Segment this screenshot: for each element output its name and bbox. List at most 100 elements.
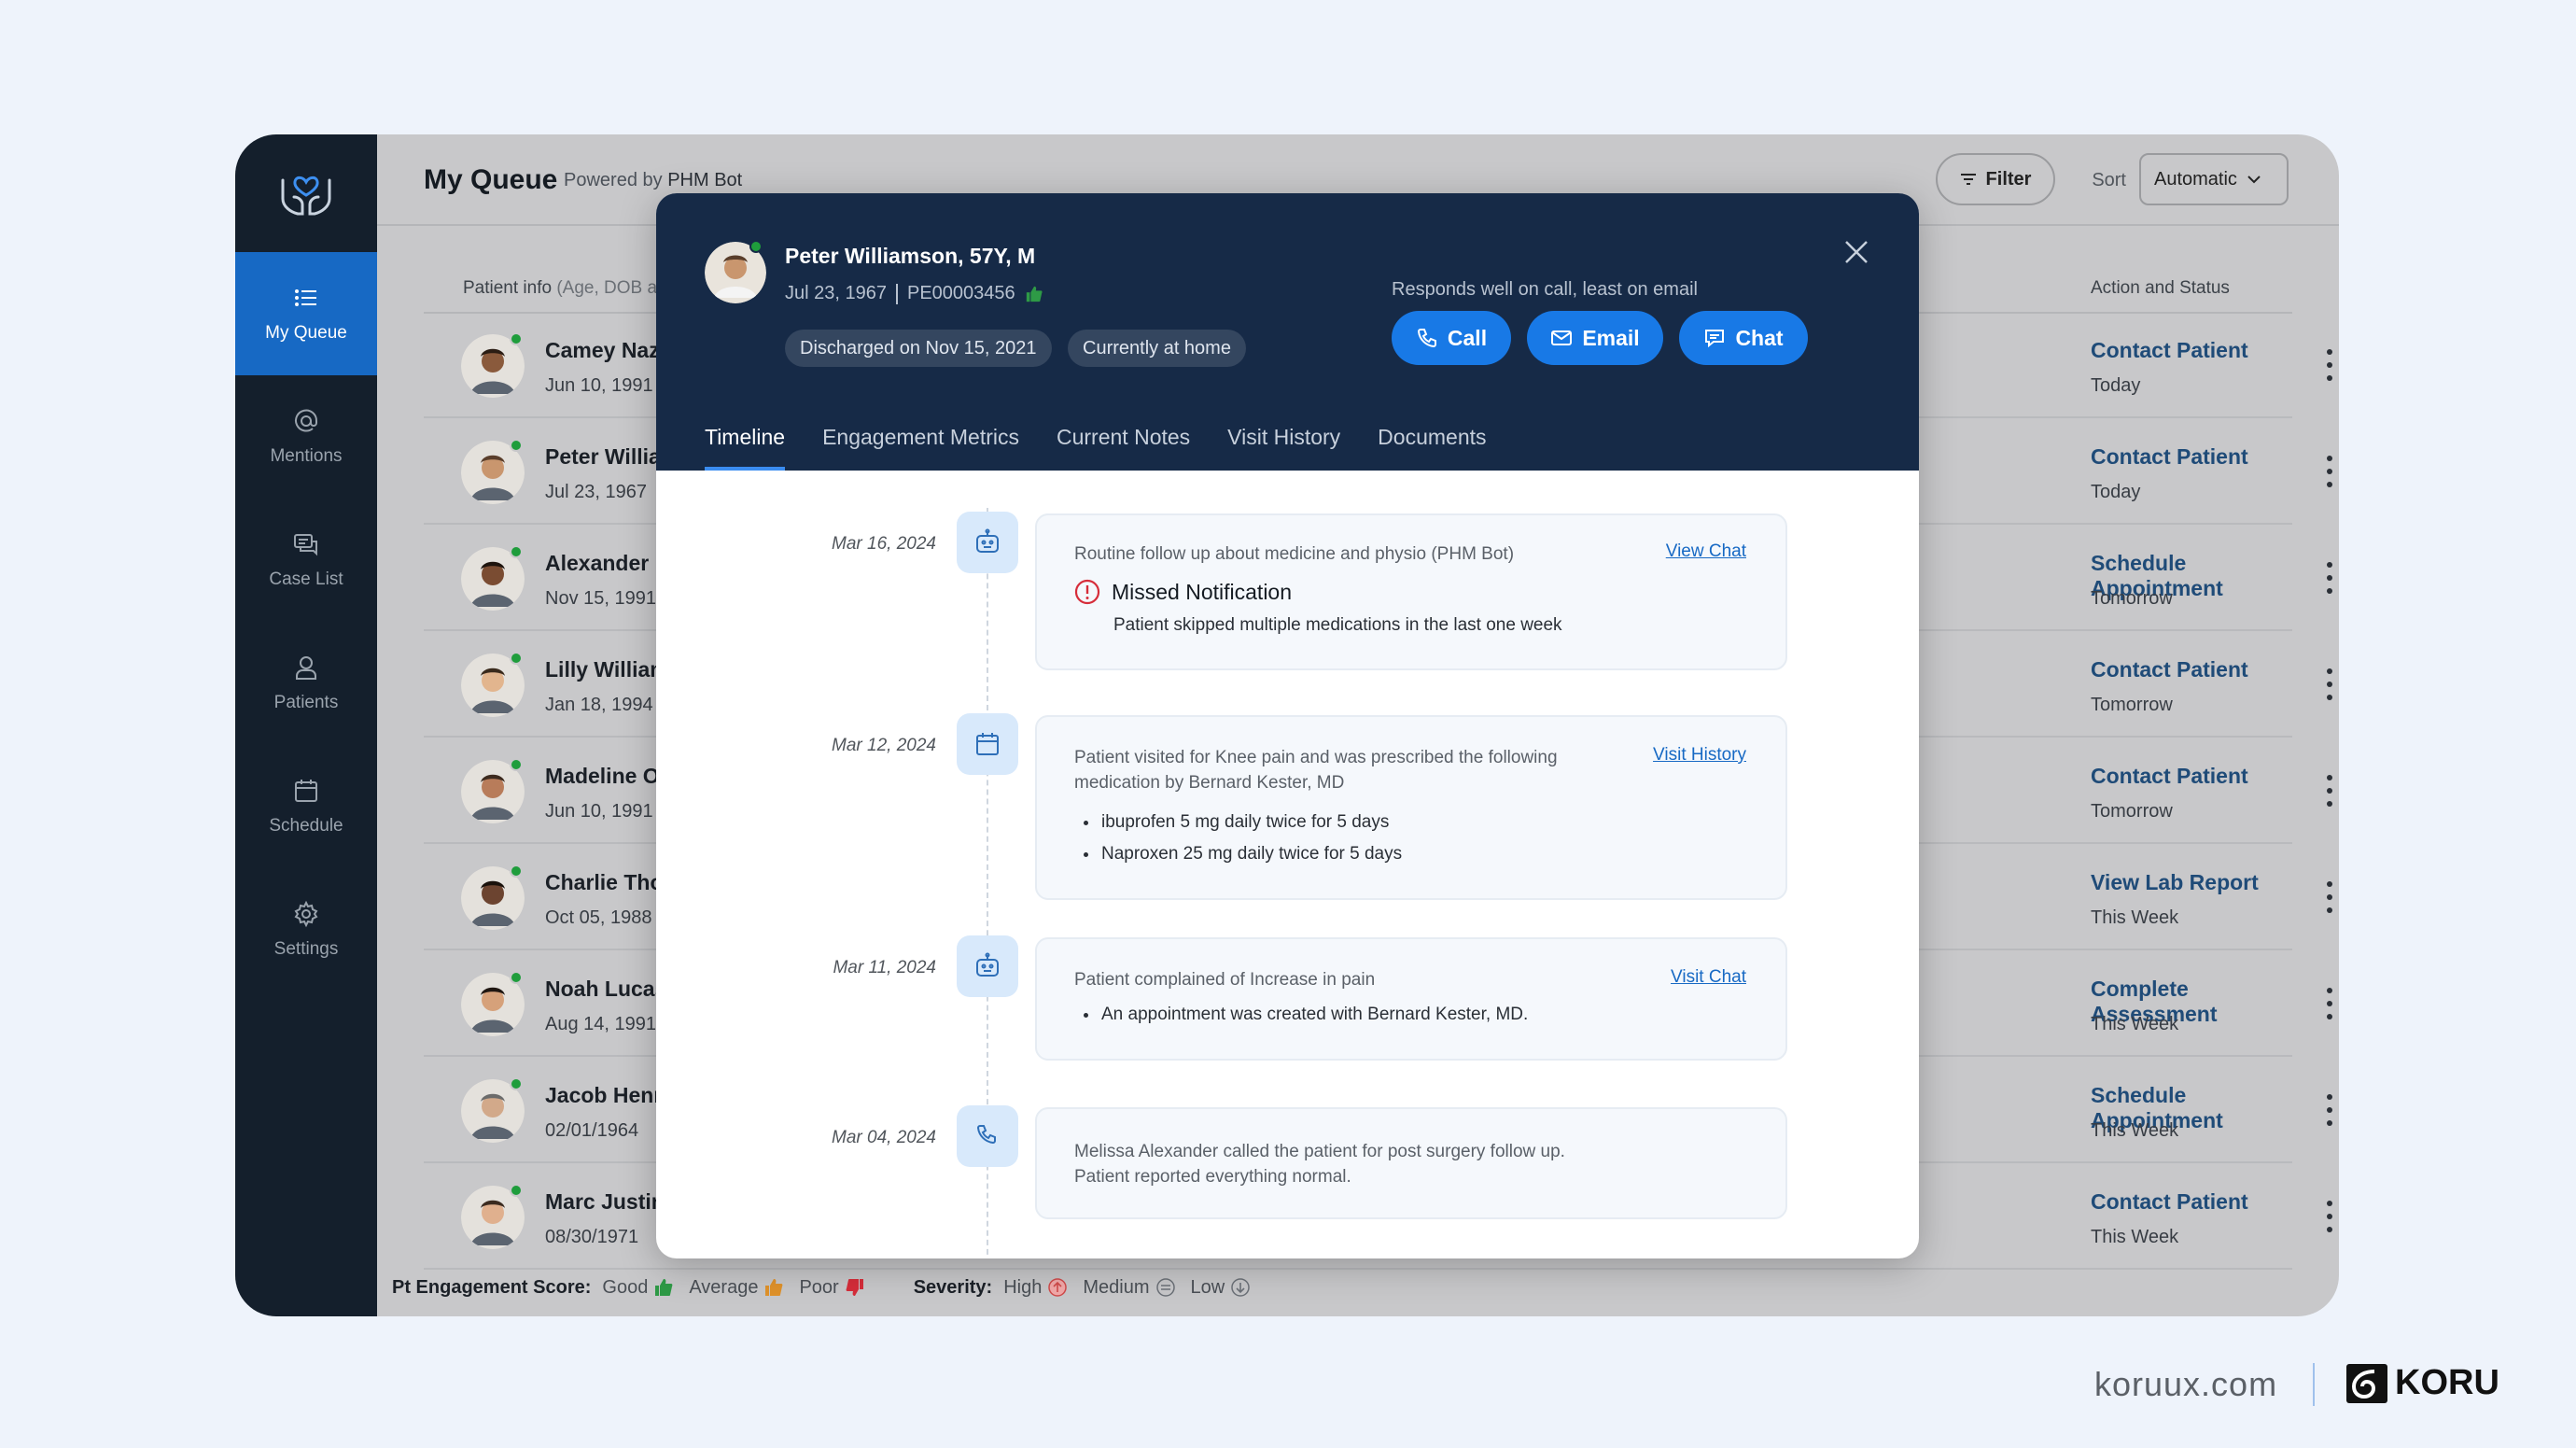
sidebar-item-schedule[interactable]: Schedule — [235, 745, 377, 868]
patient-name[interactable]: Madeline O — [545, 764, 660, 789]
legend-poor-label: Poor — [799, 1276, 839, 1298]
timeline-text: medication by Bernard Kester, MD — [1074, 773, 1345, 793]
patient-detail-modal: Peter Williamson, 57Y, M Jul 23, 1967 PE… — [656, 193, 1919, 1258]
sidebar-item-mentions[interactable]: Mentions — [235, 375, 377, 499]
online-status-dot — [510, 545, 523, 558]
legend-good-label: Good — [602, 1276, 649, 1298]
more-options-icon[interactable] — [2326, 881, 2333, 913]
sort-select[interactable]: Automatic — [2139, 153, 2289, 205]
timeline-icon — [957, 1105, 1018, 1167]
list-item-text: ibuprofen 5 mg daily twice for 5 days — [1101, 812, 1390, 832]
action-status: Tomorrow — [2091, 801, 2173, 822]
visit-history-link[interactable]: Visit History — [1653, 745, 1746, 766]
app-logo[interactable] — [235, 134, 377, 252]
thumbs-up-green-icon — [655, 1279, 673, 1296]
action-link[interactable]: Contact Patient — [2091, 444, 2248, 470]
more-options-icon[interactable] — [2326, 349, 2333, 381]
patient-name[interactable]: Noah Lucas — [545, 977, 666, 1002]
mail-icon — [1551, 330, 1573, 345]
action-status: Today — [2091, 375, 2141, 396]
column-header-patient: Patient info (Age, DOB a — [463, 278, 657, 299]
online-status-dot — [510, 439, 523, 452]
bot-icon — [976, 528, 999, 553]
patient-name[interactable]: Jacob Henr — [545, 1083, 662, 1108]
call-button[interactable]: Call — [1392, 311, 1511, 365]
timeline-date: Mar 12, 2024 — [832, 736, 936, 755]
sort-label: Sort — [2092, 170, 2126, 190]
alert-circle-icon — [1074, 579, 1100, 605]
tab-documents[interactable]: Documents — [1378, 425, 1486, 471]
timeline-card: Patient complained of Increase in pain V… — [1035, 937, 1787, 1061]
more-options-icon[interactable] — [2326, 1094, 2333, 1126]
online-status-dot — [510, 971, 523, 984]
tab-visit-history[interactable]: Visit History — [1227, 425, 1340, 471]
patient-name[interactable]: Lilly William — [545, 657, 669, 682]
close-icon[interactable] — [1842, 238, 1870, 266]
alert-title: Missed Notification — [1112, 579, 1293, 604]
more-options-icon[interactable] — [2326, 456, 2333, 487]
patient-name[interactable]: Alexander M — [545, 551, 673, 576]
tab-current-notes[interactable]: Current Notes — [1057, 425, 1190, 471]
sidebar-item-label: Schedule — [269, 816, 343, 836]
tab-engagement-metrics[interactable]: Engagement Metrics — [822, 425, 1019, 471]
legend-average: Average — [689, 1277, 784, 1299]
patient-name: Peter Williamson, 57Y, M — [785, 244, 1036, 268]
action-status: This Week — [2091, 1120, 2179, 1141]
patient-name[interactable]: Charlie Thor — [545, 870, 671, 895]
action-link[interactable]: Contact Patient — [2091, 338, 2248, 363]
action-status: This Week — [2091, 1227, 2179, 1247]
sidebar-item-label: Mentions — [270, 446, 343, 466]
severity-low: Low — [1191, 1277, 1252, 1299]
patient-dob: 08/30/1971 — [545, 1227, 639, 1247]
severity-high: High — [1003, 1277, 1068, 1299]
list-item-text: Naproxen 25 mg daily twice for 5 days — [1101, 844, 1403, 864]
timeline-text: Patient complained of Increase in pain — [1074, 970, 1376, 990]
filter-button[interactable]: Filter — [1936, 153, 2055, 205]
list-icon — [295, 289, 316, 306]
email-button[interactable]: Email — [1527, 311, 1663, 365]
action-link[interactable]: Contact Patient — [2091, 1189, 2248, 1215]
action-link[interactable]: Contact Patient — [2091, 764, 2248, 789]
view-chat-link[interactable]: View Chat — [1666, 541, 1746, 562]
sidebar-item-case-list[interactable]: Case List — [235, 499, 377, 622]
more-options-icon[interactable] — [2326, 668, 2333, 700]
timeline-card: Patient visited for Knee pain and was pr… — [1035, 715, 1787, 900]
more-options-icon[interactable] — [2326, 1201, 2333, 1232]
contact-preference: Responds well on call, least on email — [1392, 279, 1698, 300]
missed-notification: Missed Notification — [1074, 579, 1292, 605]
severity-high-label: High — [1003, 1276, 1043, 1298]
patient-dob: Oct 05, 1988 — [545, 907, 652, 928]
more-options-icon[interactable] — [2326, 775, 2333, 807]
alert-text: Patient skipped multiple medications in … — [1113, 615, 1562, 635]
sidebar-item-patients[interactable]: Patients — [235, 622, 377, 745]
tab-timeline[interactable]: Timeline — [705, 425, 786, 471]
patient-dob: Nov 15, 1991 — [545, 588, 656, 609]
legend-average-label: Average — [689, 1276, 759, 1298]
action-link[interactable]: Contact Patient — [2091, 657, 2248, 682]
modal-header: Peter Williamson, 57Y, M Jul 23, 1967 PE… — [656, 193, 1919, 471]
call-label: Call — [1447, 325, 1488, 350]
thumbs-down-red-icon — [846, 1279, 863, 1296]
action-status: This Week — [2091, 907, 2179, 928]
chat-button[interactable]: Chat — [1679, 311, 1808, 365]
more-options-icon[interactable] — [2326, 988, 2333, 1019]
at-icon — [295, 409, 318, 432]
legend-good: Good — [602, 1277, 674, 1299]
patient-name[interactable]: Peter Willia — [545, 444, 661, 470]
sidebar-item-my-queue[interactable]: My Queue — [235, 252, 377, 375]
location-chip: Currently at home — [1068, 330, 1246, 367]
online-status-dot — [510, 652, 523, 665]
patient-name[interactable]: Marc Justin — [545, 1189, 665, 1215]
patient-dob: Jun 10, 1991 — [545, 375, 653, 396]
thumbs-up-green-icon — [1026, 286, 1043, 302]
visit-chat-link[interactable]: Visit Chat — [1671, 967, 1746, 988]
patient-name[interactable]: Camey Naz — [545, 338, 660, 363]
sidebar-item-settings[interactable]: Settings — [235, 868, 377, 991]
sidebar-item-label: My Queue — [265, 323, 347, 343]
severity-medium-label: Medium — [1083, 1276, 1150, 1298]
action-link[interactable]: View Lab Report — [2091, 870, 2259, 895]
powered-prefix: Powered by — [564, 170, 663, 190]
more-options-icon[interactable] — [2326, 562, 2333, 594]
patient-dob: Jun 10, 1991 — [545, 801, 653, 822]
severity-medium: Medium — [1083, 1277, 1175, 1299]
